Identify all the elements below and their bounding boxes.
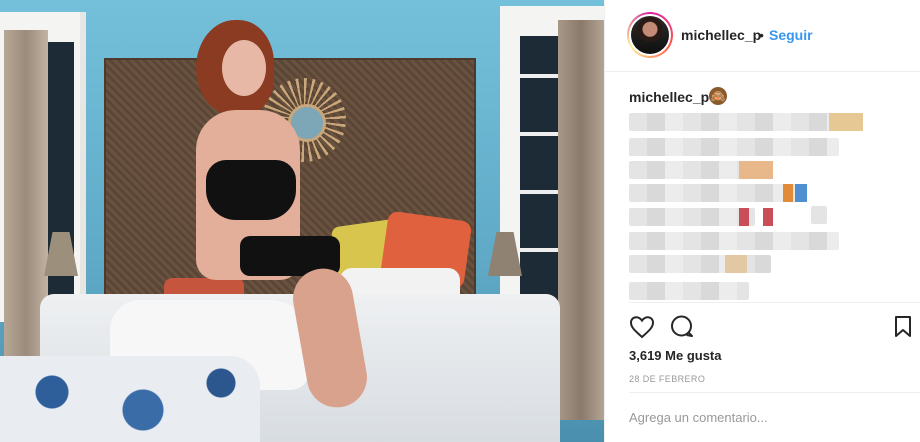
caption-username[interactable]: michellec_p bbox=[629, 89, 709, 105]
heart-icon[interactable] bbox=[629, 315, 655, 339]
header-username[interactable]: michellec_p bbox=[681, 27, 761, 43]
photo-figure-top bbox=[206, 160, 296, 220]
post-date: 28 DE FEBRERO bbox=[629, 374, 706, 384]
avatar[interactable] bbox=[629, 14, 671, 56]
follow-button[interactable]: Seguir bbox=[769, 27, 813, 43]
add-comment-input[interactable]: Agrega un comentario... bbox=[629, 410, 768, 425]
post-side-panel: michellec_p • Seguir michellec_p 🙈 3,619… bbox=[604, 0, 920, 442]
divider bbox=[629, 302, 920, 303]
header-separator: • bbox=[759, 27, 764, 43]
photo-duvet bbox=[0, 356, 260, 442]
photo-figure-face bbox=[222, 40, 266, 96]
post-header: michellec_p • Seguir bbox=[605, 0, 920, 72]
bookmark-icon[interactable] bbox=[893, 315, 913, 339]
avatar-story-ring[interactable] bbox=[627, 12, 673, 58]
divider bbox=[629, 392, 920, 393]
comment-icon[interactable] bbox=[669, 315, 695, 339]
post-photo[interactable] bbox=[0, 0, 604, 442]
photo-curtain-right bbox=[558, 20, 604, 420]
monkey-emoji-icon: 🙈 bbox=[709, 87, 727, 105]
likes-count[interactable]: 3,619 Me gusta bbox=[629, 348, 722, 363]
